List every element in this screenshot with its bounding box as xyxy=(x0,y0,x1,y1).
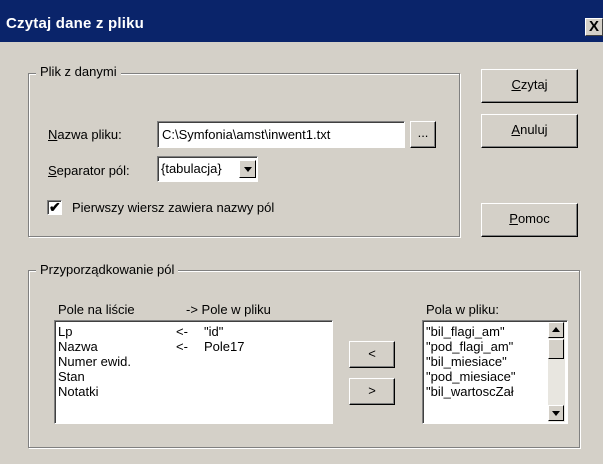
filename-label-rest: azwa pliku: xyxy=(57,127,122,142)
col-header-file: -> Pole w pliku xyxy=(186,302,271,317)
mapping-arrow: <- xyxy=(176,339,188,354)
scroll-thumb[interactable] xyxy=(548,339,564,359)
cancel-button-rest: nuluj xyxy=(520,122,548,137)
mapping-list[interactable]: Lp <- "id" Nazwa <- Pole17 Numer ewid. Stan … xyxy=(54,320,333,424)
dropdown-button[interactable] xyxy=(239,160,256,178)
scroll-up-button[interactable] xyxy=(548,322,564,338)
chevron-down-icon xyxy=(243,167,252,172)
read-button[interactable]: Czytaj xyxy=(481,69,578,103)
read-button-rest: zytaj xyxy=(520,77,548,92)
list-item[interactable]: "bil_flagi_am" xyxy=(426,324,546,339)
list-item[interactable]: Stan xyxy=(58,369,131,384)
separator-label-accel: S xyxy=(48,163,57,178)
col-header-list: Pole na liście xyxy=(58,302,135,317)
mapping-field: Numer ewid. xyxy=(58,354,131,369)
cancel-button[interactable]: Anuluj xyxy=(481,114,578,148)
list-item[interactable]: "pod_flagi_am" xyxy=(426,339,546,354)
list-item[interactable]: "bil_wartoscZał xyxy=(426,384,546,399)
list-item[interactable]: Notatki xyxy=(58,384,131,399)
read-button-accel: C xyxy=(511,77,521,92)
scroll-down-button[interactable] xyxy=(548,405,564,421)
help-button-rest: omoc xyxy=(517,211,550,226)
list-item[interactable]: "pod_miesiace" xyxy=(426,369,546,384)
list-item[interactable]: "bil_miesiace" xyxy=(426,354,546,369)
close-button[interactable]: X xyxy=(585,18,603,36)
list-item[interactable]: Numer ewid. xyxy=(58,354,131,369)
browse-button[interactable]: ... xyxy=(410,121,436,148)
assign-right-button[interactable]: > xyxy=(349,378,395,405)
list-item[interactable]: Lp <- "id" xyxy=(58,324,223,339)
header-row-checkbox[interactable]: ✔ xyxy=(47,199,62,215)
mapping-file-field: Pole17 xyxy=(204,339,245,354)
filename-value: C:\Symfonia\amst\inwent1.txt xyxy=(162,127,331,142)
mapping-group-legend: Przyporządkowanie pól xyxy=(36,262,179,278)
assign-left-button[interactable]: < xyxy=(349,341,395,368)
arrow-up-icon xyxy=(552,327,560,332)
mapping-field: Notatki xyxy=(58,384,99,399)
mapping-field: Stan xyxy=(58,369,85,384)
separator-label-rest: eparator pól: xyxy=(56,163,130,178)
file-fields-rows: "bil_flagi_am" "pod_flagi_am" "bil_miesi… xyxy=(426,324,546,399)
mapping-field: Nazwa xyxy=(58,339,98,354)
check-icon: ✔ xyxy=(49,199,61,215)
separator-select[interactable]: {tabulacja} xyxy=(157,156,258,182)
file-fields-list[interactable]: "bil_flagi_am" "pod_flagi_am" "bil_miesi… xyxy=(422,320,568,424)
mapping-field: Lp xyxy=(58,324,73,339)
mapping-file-field: "id" xyxy=(204,324,224,339)
fields-header: Pola w pliku: xyxy=(426,302,499,317)
separator-label: Separator pól: xyxy=(48,163,130,178)
file-group-legend: Plik z danymi xyxy=(36,64,121,80)
mapping-rows: Lp <- "id" Nazwa <- Pole17 Numer ewid. Stan … xyxy=(58,324,244,399)
window-title: Czytaj dane z pliku xyxy=(6,15,144,32)
separator-value: {tabulacja} xyxy=(161,161,222,176)
title-bar: Czytaj dane z pliku X xyxy=(0,0,603,42)
vertical-scrollbar[interactable] xyxy=(548,322,565,422)
filename-label: Nazwa pliku: xyxy=(48,127,122,142)
help-button[interactable]: Pomoc xyxy=(481,203,578,237)
header-row-checkbox-label: Pierwszy wiersz zawiera nazwy pól xyxy=(72,200,275,215)
filename-input[interactable]: C:\Symfonia\amst\inwent1.txt xyxy=(157,121,405,148)
arrow-down-icon xyxy=(552,411,560,416)
cancel-button-accel: A xyxy=(511,122,521,137)
filename-label-accel: N xyxy=(48,127,58,142)
mapping-arrow: <- xyxy=(176,324,188,339)
list-item[interactable]: Nazwa <- Pole17 xyxy=(58,339,244,354)
help-button-accel: P xyxy=(509,211,518,226)
